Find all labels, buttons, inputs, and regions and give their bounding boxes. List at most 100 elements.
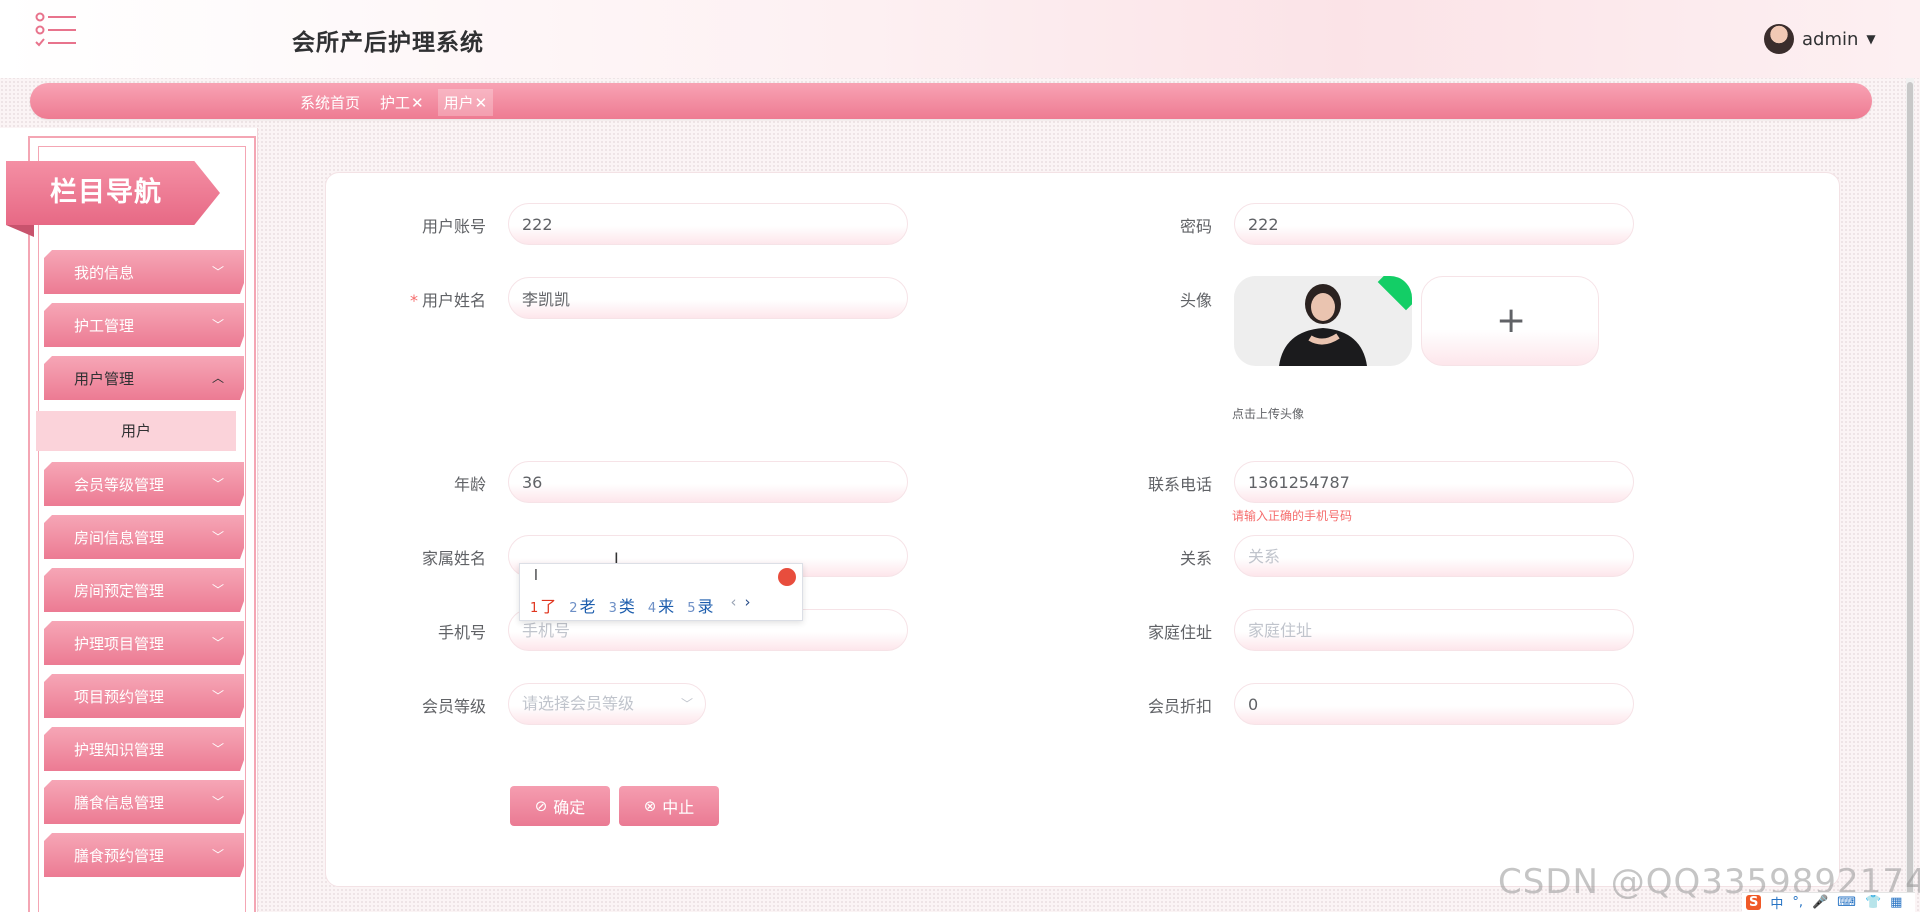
app-title: 会所产后护理系统 [292,30,484,56]
avatar-label: 头像 [1179,291,1212,310]
phone-input[interactable] [1234,461,1634,503]
avatar-preview-image[interactable] [1234,276,1412,366]
sidebar-item-label: 膳食信息管理 [74,794,165,812]
tab-bar: 系统首页 护工✕ 用户✕ [30,83,1872,119]
ime-composition: l [534,568,538,584]
sidebar-item-room-booking[interactable]: 房间预定管理 ﹀ [44,568,244,612]
ime-candidate[interactable]: 1了 [530,593,556,617]
tab-user[interactable]: 用户✕ [437,89,494,116]
phone-error-message: 请输入正确的手机号码 [1232,509,1353,523]
ime-candidate[interactable]: 3类 [609,593,635,617]
sidebar-item-meal-info[interactable]: 膳食信息管理 ﹀ [44,780,244,824]
sidebar-item-nurse-management[interactable]: 护工管理 ﹀ [44,303,244,347]
discount-input[interactable] [1234,683,1634,725]
age-input[interactable] [508,461,908,503]
cancel-button[interactable]: ⊗ 中止 [619,786,719,826]
member-level-label: 会员等级 [421,697,486,716]
avatar [1764,24,1794,54]
caret-down-icon: ▼ [1866,32,1876,46]
sidebar-item-label: 护理知识管理 [74,741,165,759]
sidebar: 栏目导航 我的信息 ﹀ 护工管理 ﹀ 用户管理 ︿ 用户 会员等级管理 ﹀ 房间… [0,128,258,912]
sidebar-item-room-info[interactable]: 房间信息管理 ﹀ [44,515,244,559]
relation-input[interactable] [1234,535,1634,577]
required-mark: * [409,291,418,310]
member-level-select[interactable]: 请选择会员等级 ﹀ [508,683,706,725]
chevron-down-icon: ﹀ [211,265,224,279]
sidebar-item-meal-booking[interactable]: 膳食预约管理 ﹀ [44,833,244,877]
sidebar-item-label: 用户管理 [74,370,135,388]
password-input[interactable] [1234,203,1634,245]
candidate-text: 老 [579,597,596,616]
top-header: 会所产后护理系统 admin ▼ [0,0,1920,78]
nav-banner: 栏目导航 [6,161,220,225]
confirm-button[interactable]: ⊘ 确定 [510,786,610,826]
tab-label: 系统首页 [300,94,361,112]
sidebar-item-label: 房间预定管理 [74,582,165,600]
keyboard-icon[interactable]: ⌨ [1837,895,1856,910]
chevron-down-icon: ﹀ [211,689,224,703]
candidate-number: 5 [687,601,696,616]
address-label: 家庭住址 [1147,623,1212,642]
phone-label: 联系电话 [1147,475,1212,494]
address-input[interactable] [1234,609,1634,651]
nav-list: 我的信息 ﹀ 护工管理 ﹀ 用户管理 ︿ 用户 会员等级管理 ﹀ 房间信息管理 … [36,250,244,886]
chevron-right-icon[interactable]: › [744,593,750,617]
chevron-down-icon: ﹀ [211,530,224,544]
name-input[interactable] [508,277,908,319]
scrollbar-thumb[interactable] [1907,82,1913,908]
tab-nurse[interactable]: 护工✕ [374,89,430,116]
sogou-logo-icon[interactable]: S [1746,895,1762,910]
age-label: 年龄 [453,475,486,494]
ime-candidate[interactable]: 4来 [648,593,674,617]
user-menu[interactable]: admin ▼ [1764,24,1876,54]
close-icon[interactable]: ✕ [475,94,488,112]
account-label: 用户账号 [421,217,486,236]
mobile-label: 手机号 [437,623,486,642]
vertical-scrollbar[interactable] [1906,78,1914,912]
discount-label: 会员折扣 [1147,697,1212,716]
sidebar-item-project-booking[interactable]: 项目预约管理 ﹀ [44,674,244,718]
user-name: admin [1802,28,1859,50]
tab-label: 用户 [443,94,474,112]
password-label: 密码 [1179,217,1212,236]
avatar-upload-button[interactable]: + [1421,276,1599,366]
tab-home[interactable]: 系统首页 [294,89,366,116]
close-icon[interactable]: ✕ [411,94,424,112]
sidebar-item-label: 护工管理 [74,317,135,335]
relation-label: 关系 [1179,549,1212,568]
chevron-down-icon: ﹀ [211,848,224,862]
sidebar-item-label: 房间信息管理 [74,529,165,547]
ime-candidate[interactable]: 2老 [569,593,595,617]
sidebar-item-member-level[interactable]: 会员等级管理 ﹀ [44,462,244,506]
chevron-down-icon: ﹀ [211,318,224,332]
ime-candidate[interactable]: 5录 [687,593,713,617]
close-circle-icon: ⊗ [643,797,657,815]
account-input[interactable] [508,203,908,245]
sidebar-subitem-user[interactable]: 用户 [36,411,236,451]
chinese-mode-icon[interactable]: 中 [1770,893,1783,912]
sidebar-item-label: 护理项目管理 [74,635,165,653]
candidate-text: 了 [540,597,557,616]
chevron-left-icon[interactable]: ‹ [730,593,736,617]
sidebar-item-care-project[interactable]: 护理项目管理 ﹀ [44,621,244,665]
chevron-down-icon: ﹀ [211,742,224,756]
microphone-icon[interactable]: 🎤 [1812,895,1828,910]
ime-candidate-window: l 1了 2老 3类 4来 5录 ‹ › [519,563,803,621]
sidebar-item-care-knowledge[interactable]: 护理知识管理 ﹀ [44,727,244,771]
skin-icon[interactable]: 👕 [1865,895,1881,910]
sidebar-item-label: 膳食预约管理 [74,847,165,865]
candidate-number: 3 [608,601,617,616]
sidebar-item-user-management[interactable]: 用户管理 ︿ [44,356,244,400]
chevron-down-icon: ﹀ [680,697,693,711]
chevron-down-icon: ﹀ [211,636,224,650]
family-name-label: 家属姓名 [421,549,486,568]
ime-logo-icon[interactable] [778,568,796,586]
sidebar-item-label: 我的信息 [74,264,135,282]
sidebar-item-label: 会员等级管理 [74,476,165,494]
punctuation-icon[interactable]: °, [1792,895,1803,910]
candidate-text: 类 [618,597,635,616]
toolbox-icon[interactable]: ▦ [1890,895,1902,910]
menu-toggle-icon[interactable] [30,10,80,54]
sidebar-item-my-info[interactable]: 我的信息 ﹀ [44,250,244,294]
confirm-label: 确定 [553,798,586,817]
